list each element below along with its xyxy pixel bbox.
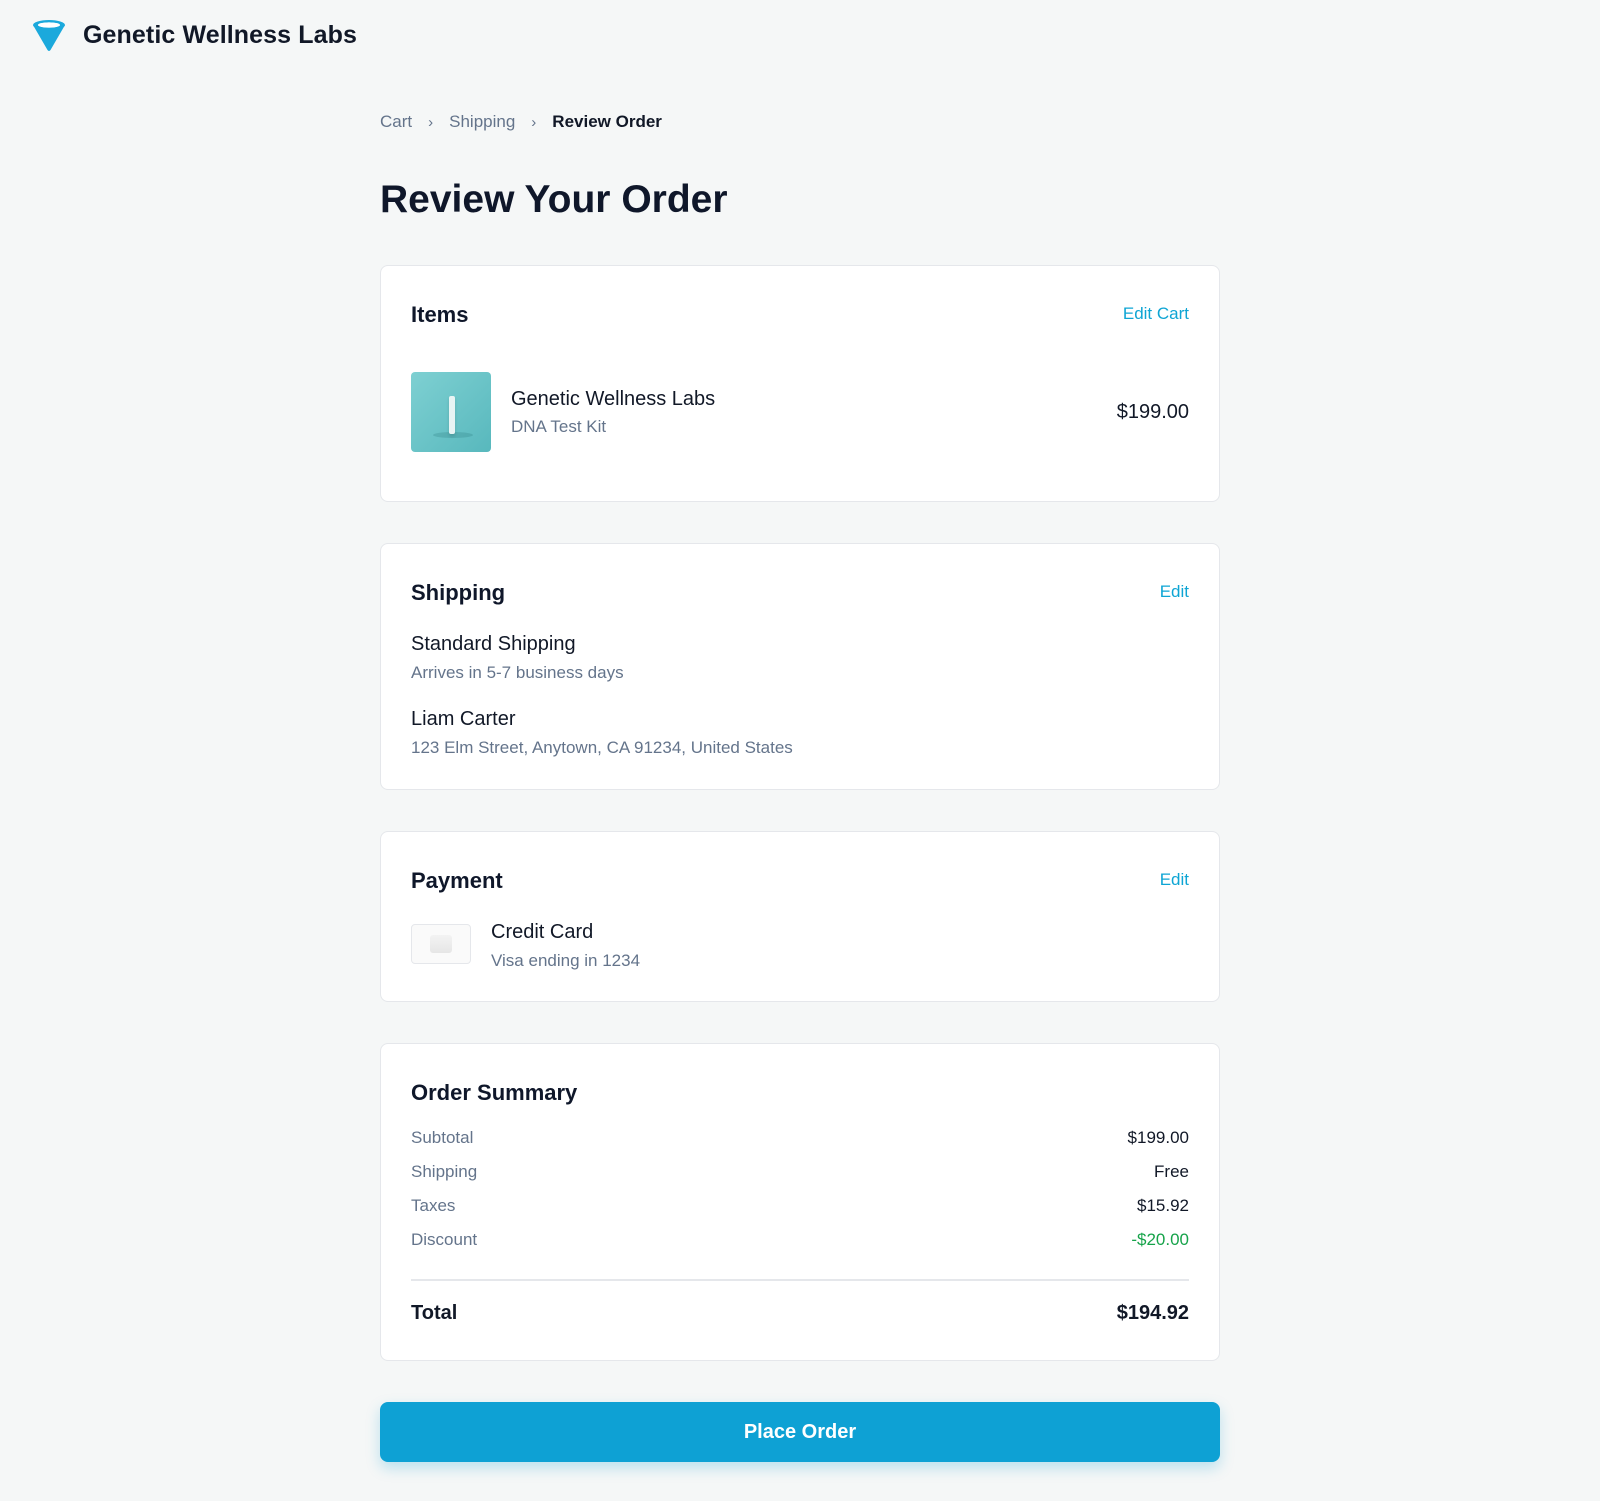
order-summary-title: Order Summary [411, 1080, 578, 1105]
summary-value: Free [1154, 1162, 1189, 1181]
place-order-button[interactable]: Place Order [380, 1402, 1220, 1462]
summary-divider [411, 1279, 1189, 1281]
edit-cart-link[interactable]: Edit Cart [1123, 304, 1189, 324]
summary-label: Shipping [411, 1162, 478, 1181]
dna-kit-tube-image [449, 396, 455, 434]
order-summary-card: Order Summary Subtotal $199.00 Shipping … [380, 1043, 1220, 1361]
product-subtitle: DNA Test Kit [511, 417, 607, 436]
chevron-right-icon: › [531, 113, 537, 131]
shipping-title: Shipping [411, 580, 506, 605]
card-chip [430, 935, 452, 953]
breadcrumb-shipping[interactable]: Shipping [449, 112, 515, 132]
summary-row-shipping: Shipping Free [411, 1160, 1189, 1184]
product-price: $199.00 [1116, 401, 1189, 423]
summary-total-row: Total $194.92 [411, 1302, 1189, 1325]
summary-label: Discount [411, 1230, 478, 1249]
chevron-right-icon: › [428, 113, 434, 131]
funnel-drop-icon[interactable] [31, 17, 67, 53]
recipient-name: Liam Carter [411, 708, 516, 730]
breadcrumb-review-order: Review Order [552, 112, 662, 131]
payment-card: Payment Edit Credit Card Visa ending in … [380, 831, 1220, 1002]
total-label: Total [411, 1302, 458, 1324]
summary-row-discount: Discount -$20.00 [411, 1228, 1189, 1252]
summary-value: $15.92 [1137, 1196, 1189, 1215]
breadcrumb: Cart › Shipping › Review Order [380, 112, 662, 132]
shipping-eta: Arrives in 5-7 business days [411, 663, 624, 682]
brand-name[interactable]: Genetic Wellness Labs [83, 21, 357, 50]
edit-payment-link[interactable]: Edit [1160, 870, 1189, 890]
payment-title: Payment [411, 868, 503, 893]
payment-method: Credit Card [491, 921, 594, 943]
summary-label: Subtotal [411, 1128, 474, 1147]
shipping-address: 123 Elm Street, Anytown, CA 91234, Unite… [411, 738, 793, 757]
page-title: Review Your Order [380, 178, 728, 221]
summary-row-subtotal: Subtotal $199.00 [411, 1126, 1189, 1150]
total-value: $194.92 [1116, 1302, 1189, 1324]
site-header: Genetic Wellness Labs [31, 14, 357, 56]
edit-shipping-link[interactable]: Edit [1160, 582, 1189, 602]
summary-value: $199.00 [1127, 1128, 1189, 1147]
credit-card-icon [411, 924, 471, 964]
breadcrumb-cart[interactable]: Cart [380, 112, 412, 132]
shipping-method: Standard Shipping [411, 633, 576, 655]
summary-label: Taxes [411, 1196, 456, 1215]
items-title: Items [411, 302, 469, 327]
items-card: Items Edit Cart Genetic Wellness Labs DN… [380, 265, 1220, 502]
product-thumbnail [411, 372, 491, 452]
product-name: Genetic Wellness Labs [511, 388, 716, 410]
discount-value: -$20.00 [1131, 1230, 1189, 1249]
shipping-card: Shipping Edit Standard Shipping Arrives … [380, 543, 1220, 790]
payment-detail: Visa ending in 1234 [491, 951, 641, 970]
summary-row-taxes: Taxes $15.92 [411, 1194, 1189, 1218]
